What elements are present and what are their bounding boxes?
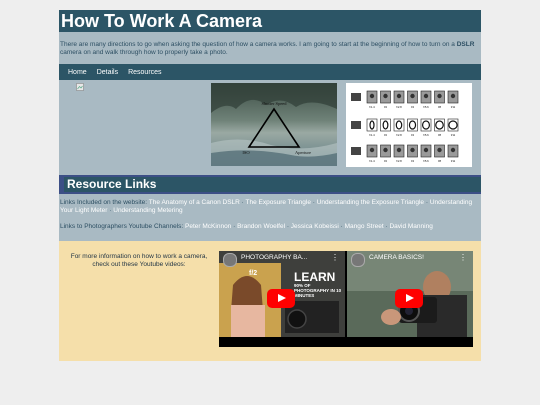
exposure-triangle-image: Shutter Speed ISO Aperture (211, 83, 337, 166)
aperture-chart-image: f/1.4 f/2 f/2.8 f/4 f/5.6 f/8 f/11 f/1.4 f/2 f/2.… (346, 83, 472, 167)
videos-section: For more information on how to work a ca… (59, 241, 481, 361)
chart-image-label: f/4 (411, 133, 415, 137)
triangle-label-left: ISO (242, 150, 250, 155)
chart-image-label: f/2 (384, 133, 388, 137)
intro-bold: DSLR (456, 41, 475, 48)
website-links-row: Links Included on the website: The Anato… (60, 199, 473, 214)
chart-image-label: f/5.6 (423, 159, 429, 163)
thumb1-big-text: LEARN (294, 270, 335, 284)
thumb1-fstop: f/2 (249, 270, 257, 277)
chart-image-label: f/11 (451, 159, 456, 163)
page: How To Work A Camera There are many dire… (59, 10, 481, 361)
youtube-links-row: Links to Photographers Youtube Channels:… (60, 223, 433, 230)
thumb1-small-text: 90% OF PHOTOGRAPHY IN 10 MINUTES (294, 283, 342, 298)
video-title-2[interactable]: CAMERA BASICS! (369, 254, 424, 261)
chart-image-label: f/4 (411, 159, 415, 163)
play-button-2[interactable] (395, 289, 423, 308)
chart-image-label: f/11 (451, 105, 456, 109)
chart-image-label: f/1.4 (369, 133, 375, 137)
channel-avatar-1[interactable] (223, 253, 237, 267)
chart-image-label: f/2 (384, 105, 388, 109)
chart-image-label: f/1.4 (369, 159, 375, 163)
link-peter-mckinnon[interactable]: Peter McKinnon (185, 223, 231, 230)
video-card-1[interactable]: f/2 LEARN 90% OF PHOTOGRAPHY IN 10 MINUT… (219, 251, 345, 337)
chart-image-label: f/5.6 (423, 105, 429, 109)
chart-image-label: f/2.8 (396, 105, 402, 109)
chart-image-label: f/1.4 (369, 105, 375, 109)
chart-image-label: f/2.8 (396, 133, 402, 137)
chart-image-label: f/11 (451, 133, 456, 137)
chart-image-label: f/2.8 (396, 159, 402, 163)
link-david-manning[interactable]: David Manning (389, 223, 432, 230)
nav-details[interactable]: Details (97, 69, 118, 76)
triangle-label-right: Aperture (295, 150, 311, 155)
video-player: f/2 LEARN 90% OF PHOTOGRAPHY IN 10 MINUT… (219, 251, 473, 347)
video-card-2[interactable]: CAMERA BASICS! ⋮ (347, 251, 473, 337)
nav-resources[interactable]: Resources (128, 69, 161, 76)
link-mango-street[interactable]: Mango Street (345, 223, 384, 230)
website-links-label: Links Included on the website: (60, 199, 148, 206)
more-options-icon-1[interactable]: ⋮ (331, 253, 339, 262)
chart-image-label: f/5.6 (423, 133, 429, 137)
link-exposure-triangle[interactable]: The Exposure Triangle (246, 199, 311, 206)
intro-text-1: There are many directions to go when ask… (60, 41, 457, 48)
videos-intro-text: For more information on how to work a ca… (70, 253, 208, 268)
link-brandon-woelfel[interactable]: Brandon Woelfel (237, 223, 285, 230)
chart-image-label: f/8 (438, 159, 442, 163)
chart-image-label: f/8 (438, 105, 442, 109)
nav-home[interactable]: Home (68, 69, 87, 76)
triangle-label-top: Shutter Speed (261, 101, 287, 106)
link-metering[interactable]: Understanding Metering (113, 207, 182, 214)
play-button-1[interactable] (267, 289, 295, 308)
resource-links-heading: Resource Links (59, 175, 481, 194)
intro-paragraph: There are many directions to go when ask… (59, 32, 481, 64)
link-jessica-kobeissi[interactable]: Jessica Kobeissi (291, 223, 339, 230)
page-title: How To Work A Camera (59, 10, 481, 32)
chart-image-label: f/8 (438, 133, 442, 137)
link-understanding-triangle[interactable]: Understanding the Exposure Triangle (317, 199, 424, 206)
resource-links-panel: Links Included on the website: The Anato… (59, 194, 481, 241)
video-title-1[interactable]: PHOTOGRAPHY BA... (241, 254, 307, 261)
nav-bar: Home Details Resources (59, 64, 481, 80)
channel-avatar-2[interactable] (351, 253, 365, 267)
image-gallery: Shutter Speed ISO Aperture f/1.4 f/2 f/2.8… (59, 80, 481, 175)
chart-image-label: f/4 (411, 105, 415, 109)
more-options-icon-2[interactable]: ⋮ (459, 253, 467, 262)
link-anatomy[interactable]: The Anatomy of a Canon DSLR (149, 199, 240, 206)
broken-image-icon (76, 83, 84, 91)
intro-text-2: camera on and walk through how to proper… (60, 49, 228, 56)
youtube-links-label: Links to Photographers Youtube Channels: (60, 223, 184, 230)
chart-image-label: f/2 (384, 159, 388, 163)
